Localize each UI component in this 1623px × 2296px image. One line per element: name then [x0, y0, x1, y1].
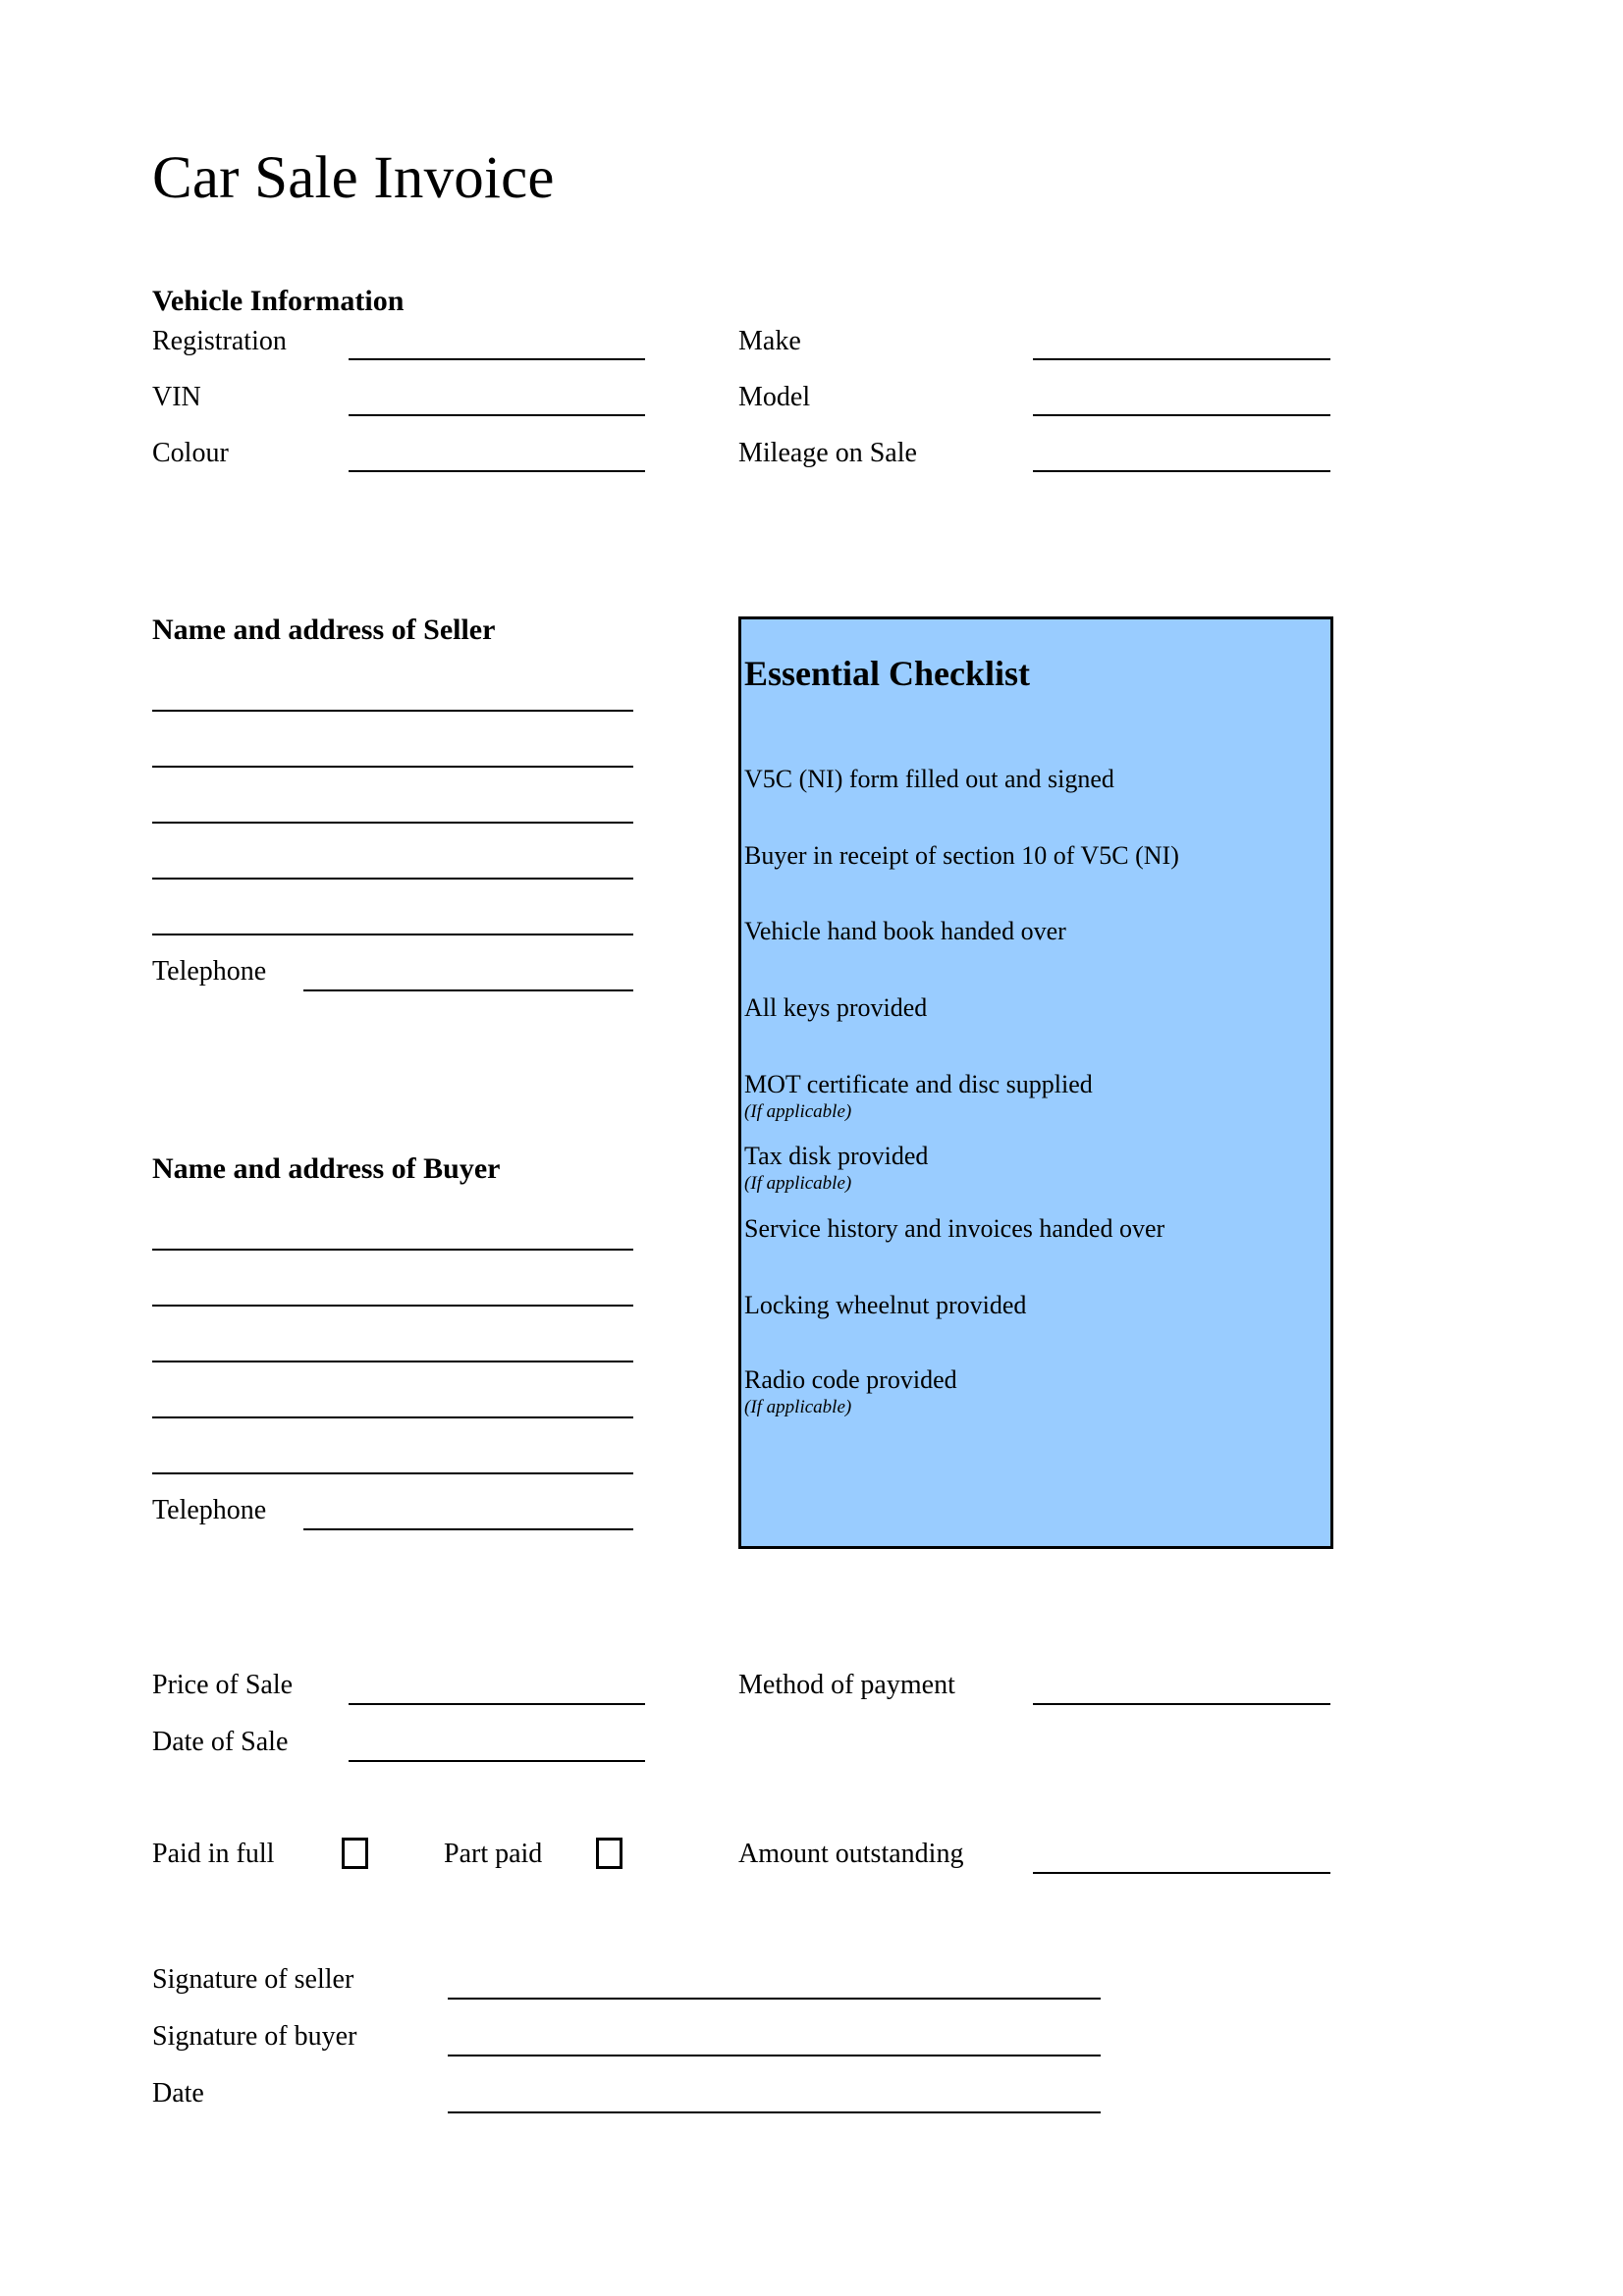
seller-telephone-input-line[interactable] [303, 989, 633, 991]
checklist-item[interactable]: MOT certificate and disc supplied [744, 1070, 1093, 1098]
checklist-item[interactable]: V5C (NI) form filled out and signed [744, 765, 1114, 793]
method-of-payment-input-line[interactable] [1033, 1703, 1330, 1705]
buyer-address-line[interactable] [152, 1361, 633, 1362]
buyer-telephone-input-line[interactable] [303, 1528, 633, 1530]
checklist-item[interactable]: Tax disk provided [744, 1142, 928, 1170]
make-input-line[interactable] [1033, 358, 1330, 360]
page-title: Car Sale Invoice [152, 145, 555, 211]
vehicle-information-heading: Vehicle Information [152, 285, 405, 317]
colour-label: Colour [152, 438, 229, 468]
checklist-item-note: (If applicable) [744, 1397, 852, 1417]
signature-of-buyer-label: Signature of buyer [152, 2021, 357, 2052]
method-of-payment-label: Method of payment [738, 1670, 955, 1700]
checklist-item[interactable]: Vehicle hand book handed over [744, 917, 1066, 945]
essential-checklist-panel: Essential Checklist V5C (NI) form filled… [738, 616, 1333, 1549]
checklist-item-note: (If applicable) [744, 1101, 852, 1122]
registration-label: Registration [152, 326, 287, 356]
buyer-address-line[interactable] [152, 1305, 633, 1307]
amount-outstanding-label: Amount outstanding [738, 1839, 964, 1869]
checklist-item[interactable]: Service history and invoices handed over [744, 1214, 1164, 1243]
paid-in-full-checkbox[interactable] [342, 1838, 368, 1869]
seller-address-line[interactable] [152, 878, 633, 880]
checklist-item[interactable]: Locking wheelnut provided [744, 1291, 1026, 1319]
buyer-heading: Name and address of Buyer [152, 1152, 501, 1185]
colour-input-line[interactable] [349, 470, 645, 472]
amount-outstanding-input-line[interactable] [1033, 1872, 1330, 1874]
buyer-address-line[interactable] [152, 1472, 633, 1474]
seller-address-line[interactable] [152, 934, 633, 935]
date-of-sale-input-line[interactable] [349, 1760, 645, 1762]
seller-telephone-label: Telephone [152, 956, 267, 987]
car-sale-invoice-page: Car Sale Invoice Vehicle Information Reg… [0, 0, 1623, 2296]
paid-in-full-label: Paid in full [152, 1839, 275, 1869]
signature-of-seller-label: Signature of seller [152, 1964, 354, 1995]
signature-of-seller-input-line[interactable] [448, 1998, 1101, 2000]
seller-heading: Name and address of Seller [152, 614, 496, 646]
mileage-on-sale-input-line[interactable] [1033, 470, 1330, 472]
checklist-item[interactable]: All keys provided [744, 993, 927, 1022]
seller-address-line[interactable] [152, 822, 633, 824]
seller-address-line[interactable] [152, 766, 633, 768]
checklist-item-note: (If applicable) [744, 1173, 852, 1194]
signature-date-label: Date [152, 2078, 204, 2109]
price-of-sale-label: Price of Sale [152, 1670, 294, 1700]
signature-date-input-line[interactable] [448, 2111, 1101, 2113]
buyer-telephone-label: Telephone [152, 1495, 267, 1525]
buyer-address-line[interactable] [152, 1416, 633, 1418]
make-label: Make [738, 326, 801, 356]
part-paid-label: Part paid [444, 1839, 543, 1869]
seller-address-line[interactable] [152, 710, 633, 712]
buyer-address-line[interactable] [152, 1249, 633, 1251]
part-paid-checkbox[interactable] [596, 1838, 622, 1869]
checklist-item[interactable]: Radio code provided [744, 1365, 957, 1394]
price-of-sale-input-line[interactable] [349, 1703, 645, 1705]
date-of-sale-label: Date of Sale [152, 1727, 289, 1757]
essential-checklist-title: Essential Checklist [744, 654, 1031, 693]
vin-input-line[interactable] [349, 414, 645, 416]
model-input-line[interactable] [1033, 414, 1330, 416]
mileage-on-sale-label: Mileage on Sale [738, 438, 917, 468]
signature-of-buyer-input-line[interactable] [448, 2055, 1101, 2056]
checklist-item[interactable]: Buyer in receipt of section 10 of V5C (N… [744, 841, 1179, 870]
model-label: Model [738, 382, 811, 412]
vin-label: VIN [152, 382, 201, 412]
registration-input-line[interactable] [349, 358, 645, 360]
